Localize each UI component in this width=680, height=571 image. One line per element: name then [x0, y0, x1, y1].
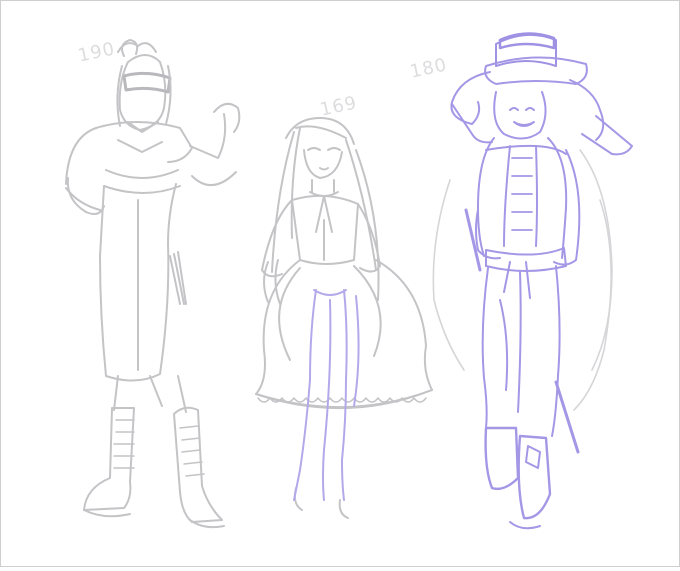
- figure-middle-legs: [293, 289, 360, 501]
- figure-middle: [255, 117, 433, 519]
- figure-right-ghost: [432, 149, 613, 411]
- sketch-canvas: [0, 0, 680, 567]
- figure-right: [450, 32, 633, 530]
- figure-left: [65, 39, 241, 529]
- sketch-drawing: [65, 32, 633, 530]
